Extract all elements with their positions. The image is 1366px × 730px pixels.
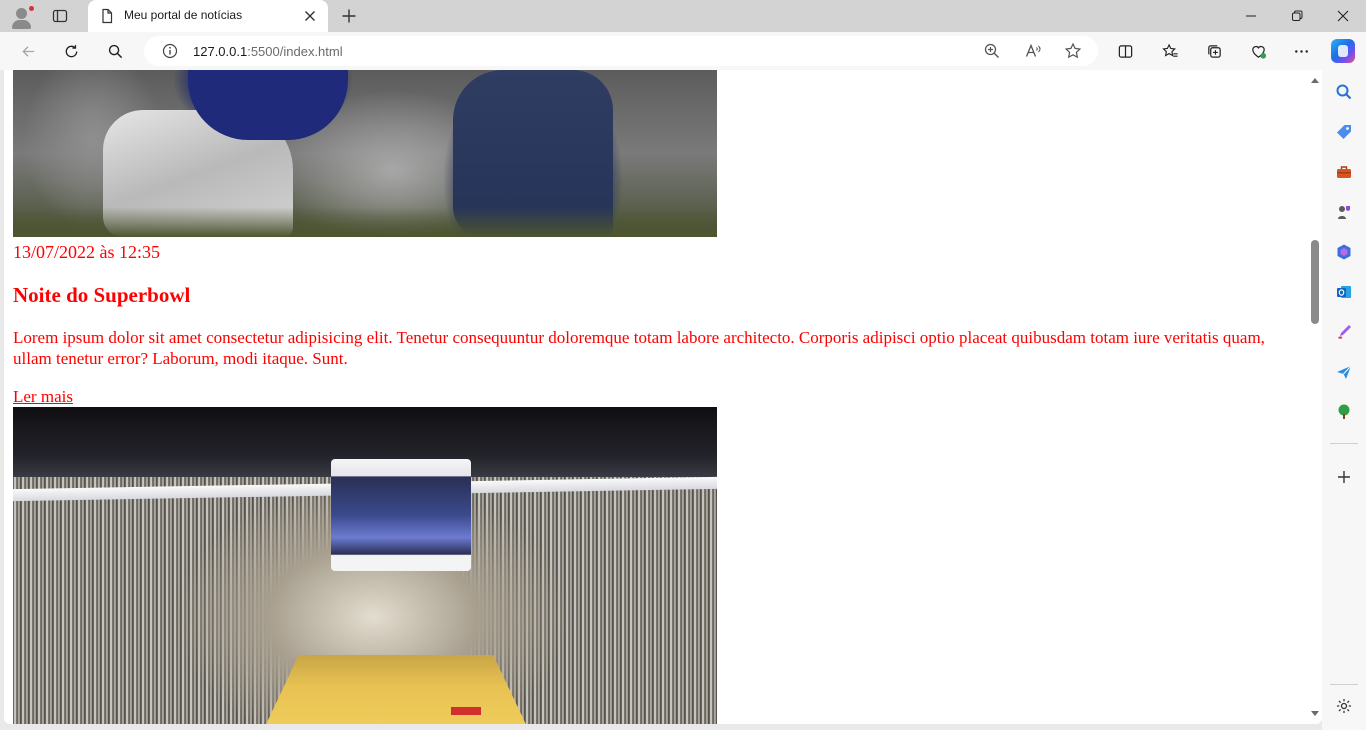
sidebar-divider — [1330, 684, 1358, 685]
back-icon[interactable] — [15, 39, 41, 63]
window-controls — [1228, 0, 1366, 32]
collections-icon[interactable] — [1201, 39, 1227, 63]
zoom-icon[interactable] — [983, 42, 1001, 60]
edge-sidebar — [1322, 70, 1366, 730]
browser-toolbar: 127.0.0.1:5500/index.html — [0, 32, 1366, 70]
profile-icon[interactable] — [8, 4, 36, 29]
page-viewport: 13/07/2022 às 12:35 Noite do Superbowl L… — [4, 70, 1322, 724]
info-icon[interactable] — [162, 43, 178, 59]
search-icon[interactable] — [102, 39, 128, 63]
browser-essentials-icon[interactable] — [1245, 39, 1271, 63]
address-bar[interactable]: 127.0.0.1:5500/index.html — [144, 36, 1098, 66]
scroll-down-arrow-icon[interactable] — [1311, 711, 1319, 716]
refresh-icon[interactable] — [58, 39, 84, 63]
window-bottom-edge — [0, 724, 1322, 730]
microsoft-365-icon[interactable] — [1333, 241, 1355, 263]
minimize-icon[interactable] — [1228, 0, 1274, 32]
tree-icon[interactable] — [1333, 401, 1355, 423]
page-icon — [102, 8, 113, 24]
news-page: 13/07/2022 às 12:35 Noite do Superbowl L… — [13, 70, 1303, 724]
article-timestamp: 13/07/2022 às 12:35 — [13, 242, 160, 262]
settings-icon[interactable] — [1333, 695, 1355, 717]
shopping-tag-icon[interactable] — [1333, 121, 1355, 143]
split-screen-icon[interactable] — [1112, 39, 1138, 63]
vertical-scrollbar[interactable] — [1308, 70, 1322, 724]
add-icon[interactable] — [1333, 466, 1355, 488]
basketball-arena-image — [13, 407, 717, 724]
article-headline: Noite do Superbowl — [13, 283, 191, 307]
favorites-icon[interactable] — [1157, 39, 1183, 63]
sidebar-search-icon[interactable] — [1333, 81, 1355, 103]
article-body: Lorem ipsum dolor sit amet consectetur a… — [13, 328, 1265, 368]
send-icon[interactable] — [1333, 361, 1355, 383]
favorite-star-icon[interactable] — [1064, 42, 1082, 60]
new-tab-icon[interactable] — [338, 5, 360, 27]
football-news-image — [13, 70, 717, 237]
outlook-icon[interactable] — [1333, 281, 1355, 303]
designer-icon[interactable] — [1333, 321, 1355, 343]
tab-title: Meu portal de notícias — [124, 8, 243, 22]
active-tab[interactable]: Meu portal de notícias — [88, 0, 328, 32]
restore-icon[interactable] — [1274, 0, 1320, 32]
more-icon[interactable] — [1288, 39, 1314, 63]
tab-strip: Meu portal de notícias — [0, 0, 1366, 32]
tab-actions-icon[interactable] — [46, 5, 74, 27]
scrollbar-thumb[interactable] — [1311, 240, 1319, 324]
url-text[interactable]: 127.0.0.1:5500/index.html — [193, 44, 343, 59]
games-icon[interactable] — [1333, 201, 1355, 223]
close-window-icon[interactable] — [1320, 0, 1366, 32]
copilot-icon[interactable] — [1331, 39, 1355, 63]
scroll-up-arrow-icon[interactable] — [1311, 78, 1319, 83]
sidebar-divider — [1330, 443, 1358, 444]
read-aloud-icon[interactable] — [1024, 42, 1042, 60]
read-more-link[interactable]: Ler mais — [13, 387, 73, 407]
toolbox-icon[interactable] — [1333, 161, 1355, 183]
tab-close-icon[interactable] — [302, 8, 318, 24]
